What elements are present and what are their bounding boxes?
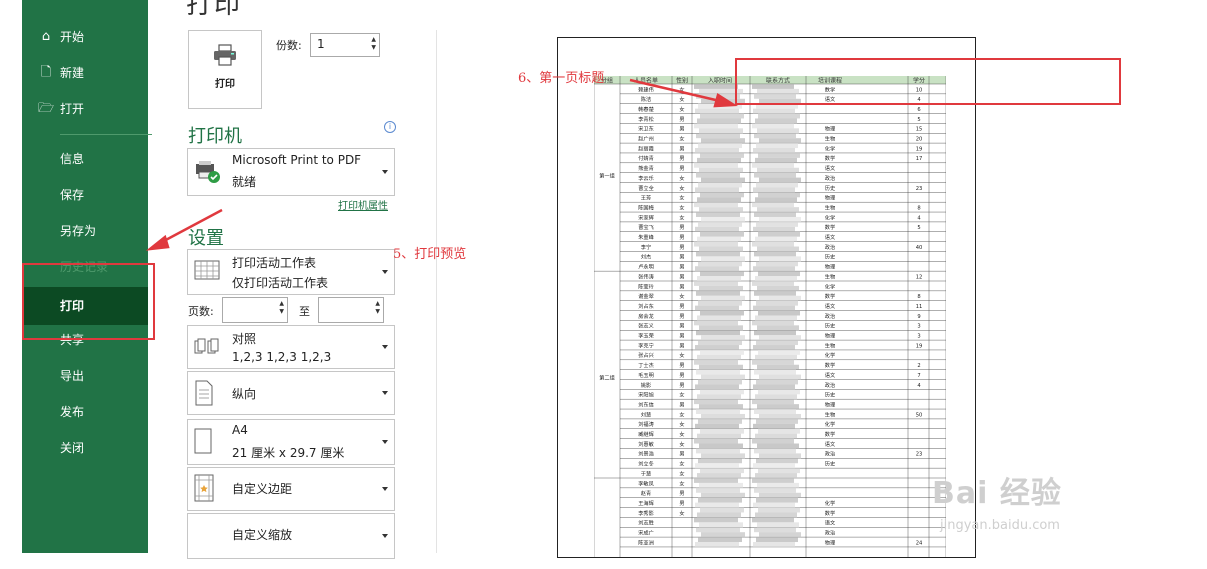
baidu-watermark-url: jingyan.baidu.com [940, 518, 1060, 533]
baidu-watermark: Bai 经验 [932, 476, 1062, 511]
